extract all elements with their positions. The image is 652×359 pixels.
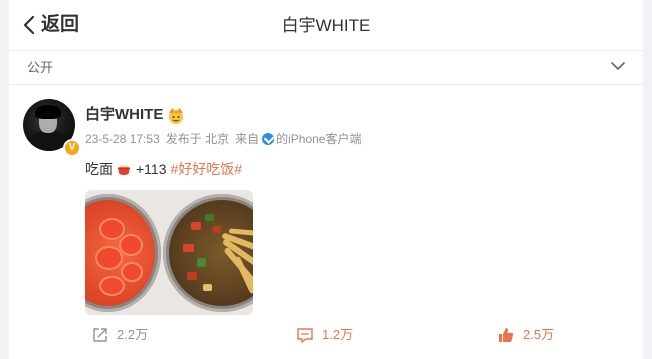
source-prefix: 来自 bbox=[235, 132, 260, 146]
post-source[interactable]: 的iPhone客户端 bbox=[276, 131, 361, 147]
tomato-slice-shape bbox=[99, 276, 125, 296]
verified-badge: V bbox=[63, 139, 81, 157]
crown-emoji-icon bbox=[169, 108, 183, 124]
page-title: 白宇WHITE bbox=[281, 16, 371, 35]
weibo-detail-card: 返回 白宇WHITE 公开 V 白宇WHITE 23-5-28 17:53 发布… bbox=[9, 0, 643, 359]
noodle-emoji-icon bbox=[118, 164, 130, 175]
comment-count: 1.2万 bbox=[322, 327, 354, 342]
avatar-hair-shape bbox=[35, 105, 61, 119]
post-location: 发布于 北京 bbox=[165, 132, 230, 146]
post: V 白宇WHITE 23-5-28 17:53 发布于 北京 来自 的iPhon… bbox=[9, 85, 643, 359]
noodle-bowl-shape bbox=[163, 194, 253, 312]
post-text-count: +113 bbox=[136, 161, 167, 177]
comment-button[interactable]: 1.2万 bbox=[296, 325, 353, 345]
tomato-slice-shape bbox=[95, 246, 123, 270]
post-image-noodles[interactable] bbox=[85, 190, 253, 315]
hashtag-link[interactable]: #好好吃饭# bbox=[171, 159, 243, 179]
post-meta: 23-5-28 17:53 发布于 北京 来自 的iPhone客户端 bbox=[85, 131, 361, 147]
username[interactable]: 白宇WHITE bbox=[85, 105, 163, 125]
avatar-body-shape bbox=[31, 131, 67, 151]
visibility-selector[interactable]: 公开 bbox=[9, 51, 643, 85]
share-button[interactable]: 2.2万 bbox=[91, 325, 148, 345]
tomato-slice-shape bbox=[121, 262, 143, 282]
top-bar: 返回 白宇WHITE bbox=[9, 0, 643, 51]
like-button[interactable]: 2.5万 bbox=[497, 325, 554, 345]
iphone-source-icon bbox=[262, 133, 275, 145]
like-count: 2.5万 bbox=[523, 327, 555, 342]
visibility-label: 公开 bbox=[27, 60, 54, 75]
share-count: 2.2万 bbox=[117, 327, 149, 342]
like-icon bbox=[499, 328, 514, 342]
post-time[interactable]: 23-5-28 17:53 bbox=[85, 131, 160, 147]
share-icon bbox=[93, 328, 107, 342]
action-bar: 2.2万 1.2万 2.5万 bbox=[9, 321, 643, 351]
comment-icon bbox=[297, 328, 313, 343]
post-text: 吃面 +113 #好好吃饭# bbox=[85, 159, 242, 179]
chevron-down-icon[interactable] bbox=[611, 61, 625, 71]
tomato-slice-shape bbox=[119, 234, 143, 256]
post-text-main: 吃面 bbox=[85, 161, 113, 177]
tomato-bowl-shape bbox=[85, 194, 161, 312]
